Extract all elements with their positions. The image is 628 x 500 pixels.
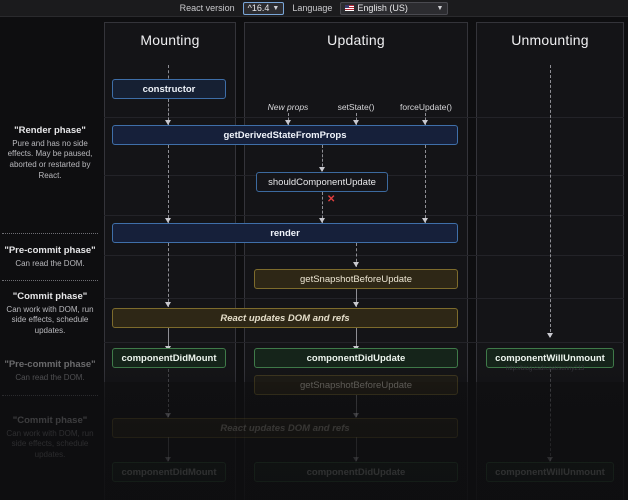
- connector: [168, 145, 169, 223]
- legend-divider: [2, 280, 98, 281]
- legend-title: "Render phase": [14, 125, 86, 136]
- arrow-head: [352, 302, 359, 307]
- row-divider: [104, 117, 624, 118]
- box-should-component-update: shouldComponentUpdate: [256, 172, 388, 192]
- column-mounting: Mounting: [104, 22, 236, 382]
- box-react-updates-dom-and-refs: React updates DOM and refs: [112, 308, 458, 328]
- column-title-updating: Updating: [327, 32, 385, 48]
- row-divider: [104, 342, 624, 343]
- language-select[interactable]: English (US) ▼: [340, 1, 449, 15]
- watermark-text: http://blog.csdn.net/sunny213: [506, 366, 585, 372]
- legend-title: "Commit phase": [12, 291, 88, 302]
- trigger-force-update: forceUpdate(): [400, 102, 452, 112]
- legend-sidebar: "Render phase" Pure and has no side effe…: [0, 17, 100, 500]
- language-value: English (US): [357, 3, 408, 13]
- box-component-will-unmount: componentWillUnmount: [486, 348, 614, 368]
- box-render: render: [112, 223, 458, 243]
- arrow-head: [546, 333, 553, 338]
- diagram-canvas: "Pre-commit phase" Can read the DOM. "Co…: [0, 17, 628, 500]
- legend-description: Pure and has no side effects. May be pau…: [7, 138, 93, 180]
- us-flag-icon: [345, 5, 355, 11]
- connector: [168, 369, 169, 417]
- box-component-did-update: componentDidUpdate: [254, 348, 458, 368]
- column-title-unmounting: Unmounting: [511, 32, 589, 48]
- legend-render-phase: "Render phase" Pure and has no side effe…: [0, 125, 100, 181]
- trigger-new-props: New props: [267, 102, 309, 112]
- box-react-updates-dom-faded: React updates DOM and refs: [112, 418, 458, 438]
- language-label: Language: [292, 3, 333, 13]
- box-get-snapshot-before-update: getSnapshotBeforeUpdate: [254, 269, 458, 289]
- connector: [425, 145, 426, 223]
- legend-divider: [2, 233, 98, 234]
- chevron-down-icon: ▼: [272, 4, 280, 12]
- box-get-snapshot-before-update-faded: getSnapshotBeforeUpdate: [254, 375, 458, 395]
- abort-x-icon: ✕: [327, 194, 336, 205]
- arrow-head: [164, 302, 171, 307]
- legend-title: "Pre-commit phase": [4, 245, 96, 256]
- row-divider: [104, 298, 624, 299]
- legend-pre-commit-phase: "Pre-commit phase" Can read the DOM.: [0, 245, 100, 269]
- react-version-label: React version: [179, 3, 235, 13]
- box-component-did-update-faded: componentDidUpdate: [254, 462, 458, 482]
- box-constructor: constructor: [112, 79, 226, 99]
- react-version-select[interactable]: ^16.4 ▼: [242, 1, 285, 15]
- box-get-derived-state-from-props: getDerivedStateFromProps: [112, 125, 458, 145]
- box-component-will-unmount-faded: componentWillUnmount: [486, 462, 614, 482]
- connector: [550, 65, 551, 337]
- row-divider: [104, 215, 624, 216]
- trigger-set-state: setState(): [337, 102, 375, 112]
- legend-description: Can read the DOM.: [15, 258, 85, 268]
- chevron-down-icon: ▼: [436, 4, 444, 12]
- row-divider: [104, 255, 624, 256]
- lifecycle-diagram-page: React version ^16.4 ▼ Language English (…: [0, 0, 628, 500]
- toolbar: React version ^16.4 ▼ Language English (…: [0, 0, 628, 17]
- column-title-mounting: Mounting: [140, 32, 200, 48]
- box-component-did-mount-faded: componentDidMount: [112, 462, 226, 482]
- connector: [550, 369, 551, 461]
- connector: [168, 243, 169, 307]
- box-component-did-mount: componentDidMount: [112, 348, 226, 368]
- legend-description: Can work with DOM, run side effects, sch…: [6, 304, 94, 335]
- arrow-head: [352, 262, 359, 267]
- react-version-value: ^16.4: [247, 3, 270, 13]
- legend-commit-phase: "Commit phase" Can work with DOM, run si…: [0, 291, 100, 337]
